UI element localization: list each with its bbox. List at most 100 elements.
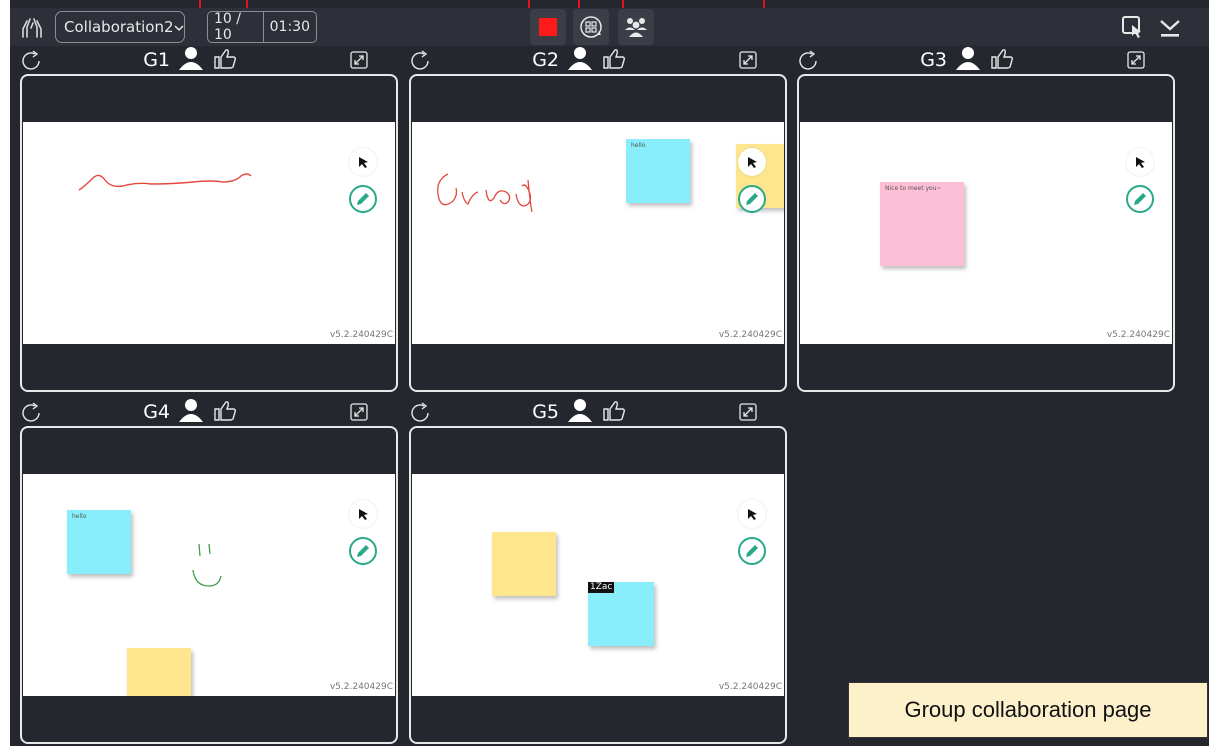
group-header: G1 <box>10 46 388 74</box>
version-label: v5.2.240429C <box>329 682 393 692</box>
group-frame: hello v5.2.240429C <box>409 74 787 392</box>
chevron-down-icon <box>173 18 184 36</box>
group-frame: Nice to meet you~ v5.2.240429C <box>797 74 1175 392</box>
pen-tool-button[interactable] <box>1125 184 1155 214</box>
thumbs-up-icon[interactable] <box>601 46 627 75</box>
whiteboard[interactable]: Nice to meet you~ v5.2.240429C <box>800 122 1172 344</box>
group-panel-g1: G1 v5.2.240429C <box>10 46 398 398</box>
sticky-note[interactable] <box>492 532 556 596</box>
raise-hands-icon[interactable] <box>16 12 48 42</box>
cursor-tool-button[interactable] <box>1126 148 1154 176</box>
whiteboard[interactable]: hello v5.2.240429C <box>23 474 395 696</box>
red-drawing <box>78 173 252 191</box>
top-toolbar: Collaboration2 10 / 10 01:30 <box>10 8 1209 46</box>
rotate-groups-button[interactable] <box>573 9 609 45</box>
pen-icon <box>349 537 377 565</box>
user-icon <box>567 46 593 75</box>
cursor-icon <box>359 157 368 168</box>
group-name: G4 <box>143 401 170 423</box>
stop-button[interactable] <box>530 9 566 45</box>
stop-square-icon <box>539 18 557 36</box>
pen-icon <box>349 185 377 213</box>
version-label: v5.2.240429C <box>1106 330 1170 340</box>
group-name: G5 <box>532 401 559 423</box>
cursor-icon <box>359 509 368 520</box>
user-icon <box>955 46 981 75</box>
group-panel-g5: G5 1Zac v5.2.240429C <box>399 398 787 746</box>
version-label: v5.2.240429C <box>718 682 782 692</box>
sticky-note-text: hello <box>631 142 646 149</box>
version-label: v5.2.240429C <box>718 330 782 340</box>
select-window-icon <box>1122 16 1141 38</box>
group-frame: 1Zac v5.2.240429C <box>409 426 787 744</box>
thumbs-up-icon[interactable] <box>212 398 238 427</box>
round-counter: 10 / 10 01:30 <box>207 11 317 43</box>
download-icon <box>1160 20 1180 37</box>
cursor-tool-button[interactable] <box>738 148 766 176</box>
annotation-line <box>622 0 624 8</box>
pen-tool-button[interactable] <box>737 536 767 566</box>
group-name: G3 <box>920 49 947 71</box>
group-panel-g3: G3 Nice to meet you~ v5.2.240429C <box>787 46 1175 398</box>
thumbs-up-icon[interactable] <box>212 46 238 75</box>
thumbs-up-icon[interactable] <box>989 46 1015 75</box>
pen-icon <box>738 185 766 213</box>
group-panel-g4: G4 hello v5.2.240429C <box>10 398 398 746</box>
expand-icon[interactable] <box>739 403 757 421</box>
cursor-icon <box>748 157 757 168</box>
caption-box: Group collaboration page <box>848 682 1208 738</box>
group-header: G2 <box>399 46 777 74</box>
refresh-icon[interactable] <box>20 49 44 73</box>
pen-tool-button[interactable] <box>737 184 767 214</box>
session-dropdown[interactable]: Collaboration2 <box>55 11 185 43</box>
sticky-note[interactable]: Nice to meet you~ <box>880 182 964 266</box>
pen-icon <box>738 537 766 565</box>
thumbs-up-icon[interactable] <box>601 398 627 427</box>
group-panel-g2: G2 hello v5.2.240429C <box>399 46 787 398</box>
group-frame: v5.2.240429C <box>20 74 398 392</box>
groups-button[interactable] <box>618 9 654 45</box>
expand-icon[interactable] <box>739 51 757 69</box>
group-people-icon <box>625 18 647 37</box>
expand-icon[interactable] <box>350 403 368 421</box>
download-button[interactable] <box>1155 12 1185 42</box>
whiteboard[interactable]: 1Zac v5.2.240429C <box>412 474 784 696</box>
group-name: G2 <box>532 49 559 71</box>
rotate-groups-icon <box>580 16 602 38</box>
group-header: G4 <box>10 398 388 426</box>
cursor-tool-button[interactable] <box>349 148 377 176</box>
user-icon <box>567 398 593 427</box>
refresh-icon[interactable] <box>20 401 44 425</box>
green-drawing <box>192 543 222 587</box>
group-header: G5 <box>399 398 777 426</box>
refresh-icon[interactable] <box>797 49 821 73</box>
pen-icon <box>1126 185 1154 213</box>
cursor-icon <box>748 509 757 520</box>
group-name: G1 <box>143 49 170 71</box>
sticky-note[interactable]: hello <box>626 139 690 203</box>
whiteboard[interactable]: v5.2.240429C <box>23 122 395 344</box>
cursor-tool-button[interactable] <box>349 500 377 528</box>
annotation-line <box>578 0 580 8</box>
user-icon <box>178 398 204 427</box>
select-window-button[interactable] <box>1118 12 1148 42</box>
pen-tool-button[interactable] <box>348 184 378 214</box>
round-count: 10 / 10 <box>214 11 241 43</box>
collaboration-app: Collaboration2 10 / 10 01:30 G1 v5.2.240… <box>10 0 1209 746</box>
whiteboard[interactable]: hello v5.2.240429C <box>412 122 784 344</box>
annotation-line <box>528 0 530 8</box>
refresh-icon[interactable] <box>409 49 433 73</box>
expand-icon[interactable] <box>1127 51 1145 69</box>
refresh-icon[interactable] <box>409 401 433 425</box>
red-drawing <box>437 173 533 213</box>
expand-icon[interactable] <box>350 51 368 69</box>
pen-tool-button[interactable] <box>348 536 378 566</box>
group-header: G3 <box>787 46 1165 74</box>
user-icon <box>178 46 204 75</box>
cursor-tool-button[interactable] <box>738 500 766 528</box>
user-tag: 1Zac <box>588 582 615 593</box>
session-name: Collaboration2 <box>64 18 174 36</box>
timer: 01:30 <box>262 12 316 42</box>
group-frame: hello v5.2.240429C <box>20 426 398 744</box>
cursor-icon <box>1136 157 1145 168</box>
